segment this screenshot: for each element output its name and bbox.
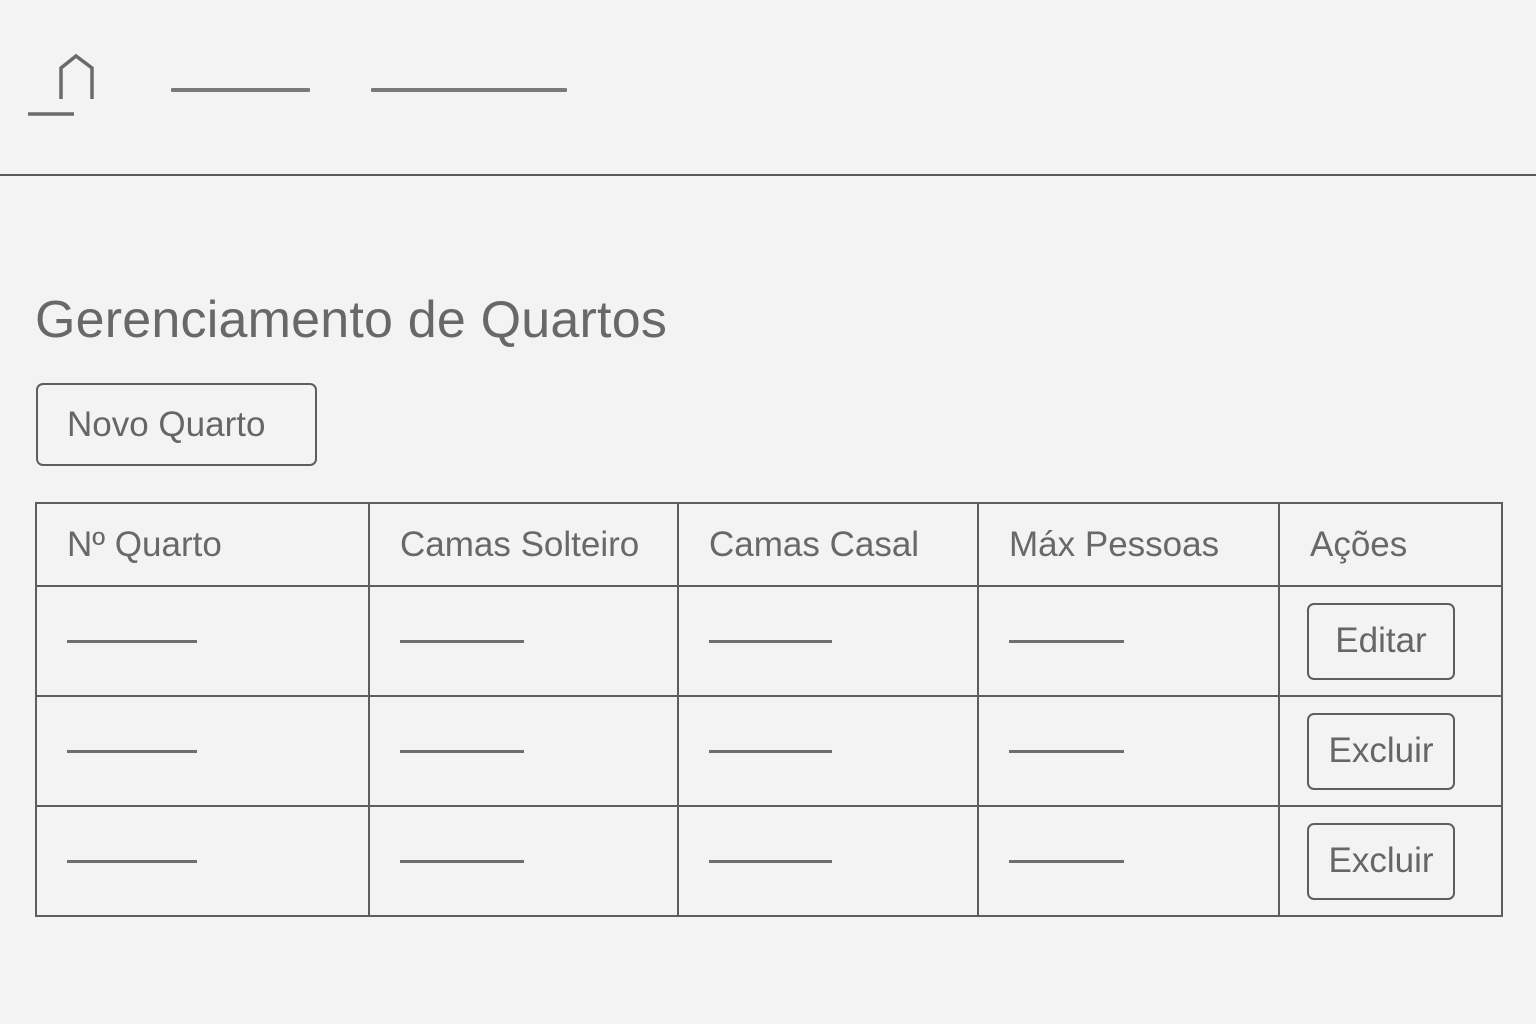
new-room-button[interactable]: Novo Quarto bbox=[36, 383, 317, 466]
room-number-cell bbox=[35, 695, 370, 807]
column-header-double-beds: Camas Casal bbox=[677, 502, 979, 587]
double-beds-placeholder bbox=[709, 639, 832, 643]
single-beds-cell bbox=[368, 805, 679, 917]
max-people-cell bbox=[977, 695, 1280, 807]
table-row: Excluir bbox=[35, 805, 1503, 917]
home-icon bbox=[24, 50, 100, 122]
column-header-room-number: Nº Quarto bbox=[35, 502, 370, 587]
room-number-placeholder bbox=[67, 859, 197, 863]
max-people-cell bbox=[977, 805, 1280, 917]
delete-room-button[interactable]: Excluir bbox=[1307, 822, 1455, 900]
actions-cell: Excluir bbox=[1278, 695, 1503, 807]
column-header-single-beds: Camas Solteiro bbox=[368, 502, 679, 587]
page-title: Gerenciamento de Quartos bbox=[35, 291, 668, 349]
double-beds-cell bbox=[677, 585, 979, 697]
double-beds-placeholder bbox=[709, 749, 832, 753]
rooms-table: Nº Quarto Camas Solteiro Camas Casal Máx… bbox=[35, 502, 1503, 917]
single-beds-cell bbox=[368, 585, 679, 697]
single-beds-placeholder bbox=[400, 859, 524, 863]
double-beds-placeholder bbox=[709, 859, 832, 863]
max-people-placeholder bbox=[1009, 859, 1124, 863]
double-beds-cell bbox=[677, 805, 979, 917]
room-number-cell bbox=[35, 585, 370, 697]
delete-room-button[interactable]: Excluir bbox=[1307, 712, 1455, 790]
max-people-cell bbox=[977, 585, 1280, 697]
nav-link-1[interactable] bbox=[171, 88, 310, 92]
edit-room-button[interactable]: Editar bbox=[1307, 602, 1455, 680]
actions-cell: Editar bbox=[1278, 585, 1503, 697]
max-people-placeholder bbox=[1009, 749, 1124, 753]
table-row: Editar bbox=[35, 585, 1503, 697]
double-beds-cell bbox=[677, 695, 979, 807]
room-number-placeholder bbox=[67, 749, 197, 753]
actions-cell: Excluir bbox=[1278, 805, 1503, 917]
home-link[interactable] bbox=[24, 50, 100, 122]
single-beds-placeholder bbox=[400, 749, 524, 753]
single-beds-cell bbox=[368, 695, 679, 807]
table-header-row: Nº Quarto Camas Solteiro Camas Casal Máx… bbox=[35, 502, 1503, 587]
max-people-placeholder bbox=[1009, 639, 1124, 643]
table-row: Excluir bbox=[35, 695, 1503, 807]
column-header-max-people: Máx Pessoas bbox=[977, 502, 1280, 587]
column-header-actions: Ações bbox=[1278, 502, 1503, 587]
room-number-cell bbox=[35, 805, 370, 917]
top-navigation bbox=[0, 0, 1536, 176]
room-number-placeholder bbox=[67, 639, 197, 643]
single-beds-placeholder bbox=[400, 639, 524, 643]
nav-link-2[interactable] bbox=[371, 88, 567, 92]
